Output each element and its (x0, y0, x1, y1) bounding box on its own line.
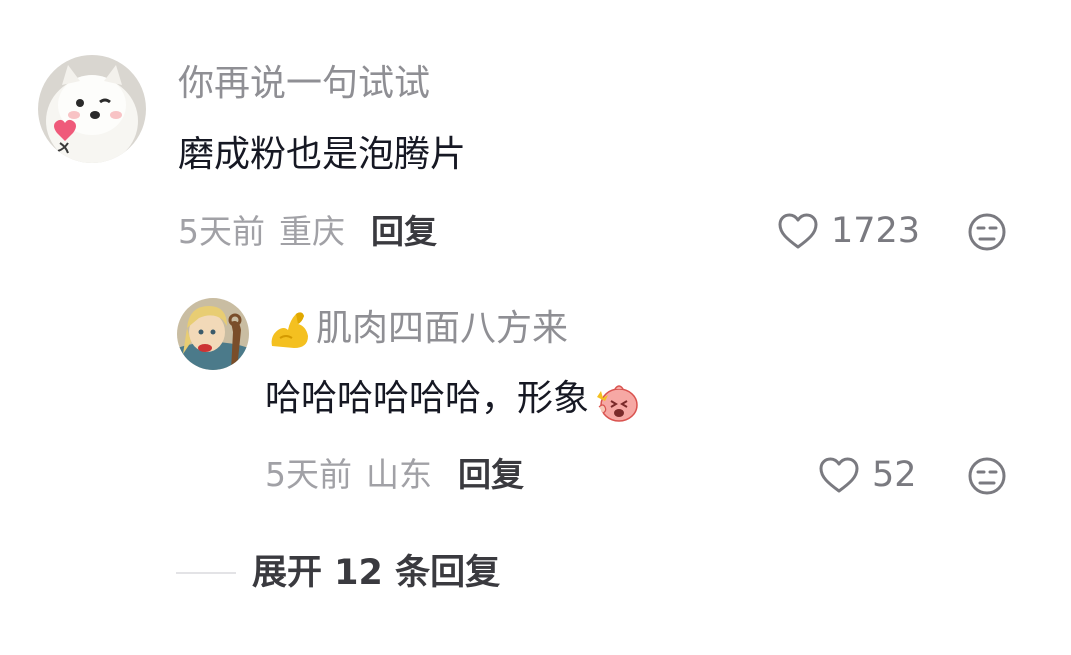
expand-divider (176, 572, 236, 574)
reply-meta: 5天前 山东 回复 (265, 455, 524, 495)
dog-avatar-image (38, 55, 146, 163)
expand-replies-label: 展开 12 条回复 (252, 553, 501, 593)
comment-like-count: 1723 (831, 211, 921, 251)
heart-icon (818, 456, 860, 494)
flexed-biceps-icon (266, 308, 312, 352)
comment-time: 5天前 (178, 212, 265, 251)
heart-icon (777, 212, 819, 250)
reply-text-body: 哈哈哈哈哈哈，形象 (265, 378, 590, 419)
comment-meta: 5天前 重庆 回复 (178, 212, 437, 252)
comment-like-button[interactable]: 1723 (777, 211, 920, 251)
reply-location: 山东 (366, 455, 432, 494)
reply-time: 5天前 (265, 455, 352, 494)
reply-like-button[interactable]: 52 (818, 455, 917, 495)
reply-username[interactable]: 肌肉四面八方来 (266, 307, 568, 352)
meh-face-icon (968, 457, 1006, 495)
anime-character-avatar-image (177, 298, 249, 370)
comment-dislike-button[interactable] (967, 212, 1007, 252)
expand-replies-button[interactable]: 展开 12 条回复 (176, 552, 500, 594)
reply-like-count: 52 (872, 455, 917, 495)
meh-face-icon (968, 213, 1006, 251)
reply-dislike-button[interactable] (967, 456, 1007, 496)
reply-text[interactable]: 哈哈哈哈哈哈，形象 (265, 377, 639, 423)
comment-location: 重庆 (279, 212, 345, 251)
laughing-sticker-icon (593, 377, 639, 423)
comment-reply-button[interactable]: 回复 (371, 212, 437, 252)
reply-avatar[interactable] (177, 298, 249, 370)
comment-thread: 你再说一句试试 磨成粉也是泡腾片 5天前 重庆 回复 1723 肌肉四面八方来 … (0, 0, 1071, 655)
comment-text[interactable]: 磨成粉也是泡腾片 (178, 133, 466, 177)
avatar[interactable] (38, 55, 146, 163)
reply-reply-button[interactable]: 回复 (458, 455, 524, 495)
reply-username-text: 肌肉四面八方来 (316, 308, 569, 349)
comment-username[interactable]: 你再说一句试试 (178, 62, 430, 106)
